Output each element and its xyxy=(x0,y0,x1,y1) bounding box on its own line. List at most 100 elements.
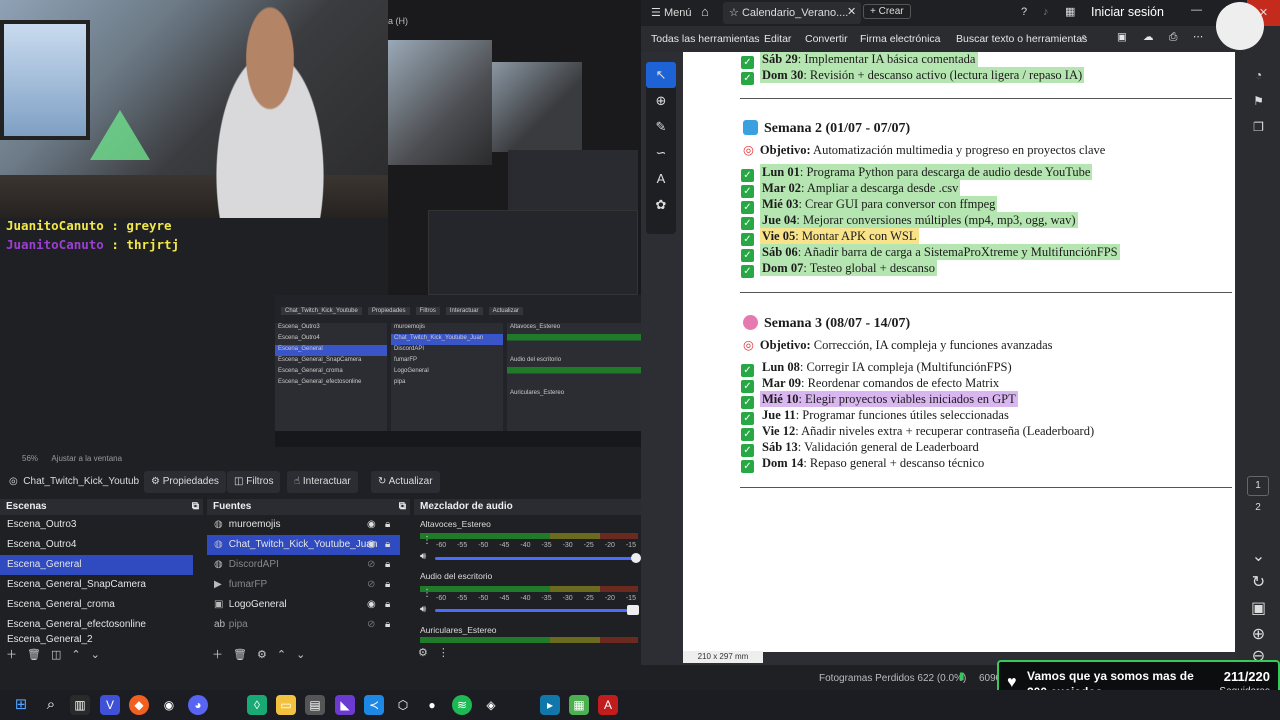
volume-slider[interactable] xyxy=(435,605,639,615)
scene-item[interactable]: Escena_General_2 xyxy=(0,635,203,645)
properties-button[interactable]: ⚙ Propiedades xyxy=(144,471,226,493)
search-tools-input[interactable]: Buscar texto o herramientas xyxy=(956,33,1087,45)
v-app-icon[interactable]: V xyxy=(100,695,120,715)
green-app-icon[interactable]: ◊ xyxy=(247,695,267,715)
interact-button[interactable]: ☝ Interactuar xyxy=(287,471,358,493)
menu-button[interactable]: ☰ Menú xyxy=(651,6,691,19)
lock-icon[interactable]: 🔒︎ xyxy=(385,515,390,535)
zoom-level[interactable]: 56% xyxy=(22,454,38,463)
source-item[interactable]: ▶ fumarFP ⊘ 🔒︎ xyxy=(207,575,410,595)
obs-preview[interactable]: a (H) xyxy=(388,0,641,295)
scene-item[interactable]: Escena_General_croma xyxy=(0,595,203,615)
gear-icon[interactable]: ⚙ xyxy=(418,647,428,659)
signin-link[interactable]: Iniciar sesión xyxy=(1091,5,1164,19)
stamp-icon[interactable]: ✿ xyxy=(646,192,676,218)
lock-icon[interactable]: 🔒︎ xyxy=(385,575,390,595)
scene-item[interactable]: Escena_General_SnapCamera xyxy=(0,575,203,595)
refresh-button[interactable]: ↻ Actualizar xyxy=(371,471,440,493)
search-icon[interactable]: ⌕ xyxy=(41,695,61,715)
chevron-down-icon[interactable]: ⌄ xyxy=(1237,546,1280,566)
fit-window-label[interactable]: Ajustar a la ventana xyxy=(51,454,122,463)
volume-icon[interactable]: 🔊︎ xyxy=(420,604,426,615)
folder-icon[interactable]: ▭ xyxy=(276,695,296,715)
scene-item[interactable]: Escena_Outro3 xyxy=(0,515,203,535)
add-icon[interactable]: ＋ xyxy=(212,649,223,661)
gear-icon[interactable]: ⚙ xyxy=(257,649,267,661)
select-cursor-icon[interactable]: ↖ xyxy=(646,62,676,88)
text-box-icon[interactable]: A xyxy=(646,166,676,192)
source-item[interactable]: ◍ muroemojis ◉ 🔒︎ xyxy=(207,515,410,535)
document-tab[interactable]: ☆ Calendario_Verano.... xyxy=(723,2,861,24)
page-number[interactable]: 2 xyxy=(1247,502,1269,513)
source-item[interactable]: ab pipa ⊘ 🔒︎ xyxy=(207,615,410,635)
kebab-menu-icon[interactable]: ⋮ xyxy=(438,647,449,659)
discord-icon[interactable]: ◕ xyxy=(188,695,208,715)
visual-studio-icon[interactable]: ◣ xyxy=(335,695,355,715)
scene-item[interactable]: Escena_General_efectosonline xyxy=(0,615,203,635)
filters-button[interactable]: ◫ Filtros xyxy=(227,471,281,493)
volume-knob[interactable] xyxy=(627,605,639,615)
bookmark-icon[interactable]: ⚑ xyxy=(1237,88,1280,114)
notes-icon[interactable]: ▦ xyxy=(569,695,589,715)
eye-icon[interactable]: ◉ xyxy=(367,595,376,615)
search-icon[interactable]: ⌕ xyxy=(1081,31,1087,44)
obs-icon[interactable]: ◉ xyxy=(159,695,179,715)
volume-slider[interactable] xyxy=(435,553,641,563)
dock-popout-icon[interactable]: ⧉ xyxy=(399,499,406,515)
lasso-icon[interactable]: ∽ xyxy=(646,140,676,166)
esign-menu[interactable]: Firma electrónica xyxy=(860,33,941,45)
zoom-in-icon[interactable]: ⊕ xyxy=(1237,624,1280,644)
comment-icon[interactable]: ⊕ xyxy=(646,88,676,114)
rotate-icon[interactable]: ↻ xyxy=(1237,572,1280,592)
spotify-icon[interactable]: ≋ xyxy=(452,695,472,715)
home-icon[interactable]: ⌂ xyxy=(701,4,709,19)
start-icon[interactable]: ⊞ xyxy=(11,695,31,715)
current-source[interactable]: ◎ Chat_Twitch_Kick_Youtub xyxy=(2,471,139,493)
all-tools-menu[interactable]: Todas las herramientas xyxy=(651,33,760,45)
trash-icon[interactable]: 🗑︎ xyxy=(27,649,41,661)
kebab-menu-icon[interactable]: ⋮ xyxy=(422,535,432,546)
upload-icon[interactable]: ☁ xyxy=(1143,31,1154,43)
bell-icon[interactable]: ♪ xyxy=(1043,6,1049,18)
convert-menu[interactable]: Convertir xyxy=(805,33,848,45)
dock-popout-icon[interactable]: ⧉ xyxy=(192,499,199,515)
trash-icon[interactable]: 🗑︎ xyxy=(233,649,247,661)
twitch-app-icon[interactable]: ▥ xyxy=(70,695,90,715)
lock-icon[interactable]: 🔒︎ xyxy=(385,555,390,575)
down-icon[interactable]: ⌄ xyxy=(91,649,100,661)
apps-grid-icon[interactable]: ▦ xyxy=(1065,5,1075,18)
lock-icon[interactable]: 🔒︎ xyxy=(385,615,390,635)
comment-panel-icon[interactable]: ◔ xyxy=(1237,62,1280,88)
scene-item[interactable]: Escena_Outro4 xyxy=(0,535,203,555)
eye-icon[interactable]: ◉ xyxy=(367,535,376,555)
vscode-icon[interactable]: ≺ xyxy=(364,695,384,715)
help-icon[interactable]: ? xyxy=(1021,6,1027,18)
lock-icon[interactable]: 🔒︎ xyxy=(385,535,390,555)
create-button[interactable]: + Crear xyxy=(863,4,911,19)
minimize-icon[interactable]: — xyxy=(1191,4,1202,16)
github-icon[interactable]: ● xyxy=(422,695,442,715)
source-item[interactable]: ◍ DiscordAPI ⊘ 🔒︎ xyxy=(207,555,410,575)
up-icon[interactable]: ⌃ xyxy=(71,649,80,661)
eye-hidden-icon[interactable]: ⊘ xyxy=(367,575,375,595)
eye-hidden-icon[interactable]: ⊘ xyxy=(367,555,375,575)
volume-icon[interactable]: 🔊︎ xyxy=(420,551,426,562)
page-number-current[interactable]: 1 xyxy=(1247,476,1269,496)
save-icon[interactable]: ▣ xyxy=(1117,31,1127,43)
down-icon[interactable]: ⌄ xyxy=(296,649,305,661)
eye-hidden-icon[interactable]: ⊘ xyxy=(367,615,375,635)
save-icon[interactable]: ▣ xyxy=(1237,598,1280,618)
notepad-icon[interactable]: ▤ xyxy=(305,695,325,715)
pen-icon[interactable]: ✎ xyxy=(646,114,676,140)
eye-icon[interactable]: ◉ xyxy=(367,515,376,535)
acrobat-icon[interactable]: A xyxy=(598,695,618,715)
more-icon[interactable]: ⋯ xyxy=(1193,31,1204,43)
pages-icon[interactable]: ❐ xyxy=(1237,114,1280,140)
filter-icon[interactable]: ◫ xyxy=(51,649,61,661)
edit-menu[interactable]: Editar xyxy=(764,33,791,45)
kebab-menu-icon[interactable]: ⋮ xyxy=(422,588,432,599)
source-item-selected[interactable]: ◍ Chat_Twitch_Kick_Youtube_Juan ◉ 🔒︎ xyxy=(207,535,400,555)
star-icon[interactable]: ☆ xyxy=(729,7,739,19)
preview-zoom-bar[interactable]: 56% Ajustar a la ventana xyxy=(0,452,641,466)
up-icon[interactable]: ⌃ xyxy=(277,649,286,661)
